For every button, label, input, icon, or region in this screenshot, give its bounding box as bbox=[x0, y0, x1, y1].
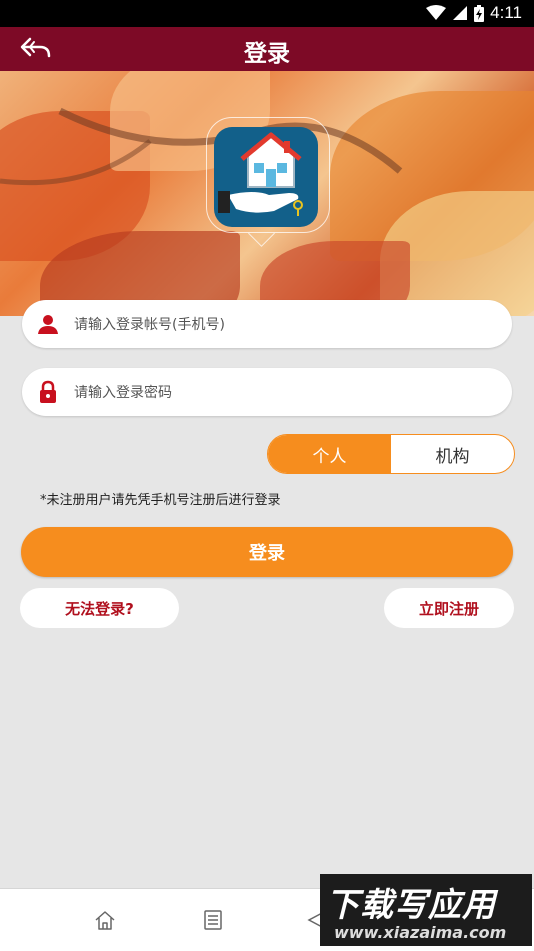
status-icons: 4:11 bbox=[426, 3, 522, 23]
watermark: 下载写应用 www.xiazaima.com bbox=[320, 874, 532, 946]
house-in-hand-icon bbox=[218, 132, 303, 216]
register-notice: *未注册用户请先凭手机号注册后进行登录 bbox=[40, 493, 281, 508]
option-individual[interactable]: 个人 bbox=[268, 435, 391, 473]
account-field[interactable] bbox=[22, 300, 512, 348]
app-logo bbox=[214, 127, 318, 227]
cannot-login-button[interactable]: 无法登录? bbox=[20, 588, 179, 628]
login-button[interactable]: 登录 bbox=[21, 527, 513, 577]
password-input[interactable] bbox=[72, 376, 496, 410]
lock-icon bbox=[40, 380, 56, 403]
wifi-icon bbox=[426, 5, 447, 20]
watermark-url: www.xiazaima.com bbox=[334, 923, 507, 942]
password-field[interactable] bbox=[22, 368, 512, 416]
battery-icon bbox=[474, 4, 485, 22]
title-bar: 登录 bbox=[0, 27, 534, 71]
signal-icon bbox=[453, 6, 468, 20]
register-button[interactable]: 立即注册 bbox=[384, 588, 514, 628]
user-icon bbox=[38, 315, 58, 334]
home-icon[interactable] bbox=[94, 909, 116, 931]
watermark-title: 下载写应用 bbox=[326, 885, 496, 924]
option-organization[interactable]: 机构 bbox=[391, 435, 514, 473]
status-time: 4:11 bbox=[490, 3, 522, 22]
list-icon[interactable] bbox=[202, 909, 224, 931]
page-title: 登录 bbox=[244, 41, 290, 67]
user-type-toggle: 个人 机构 bbox=[267, 434, 515, 474]
account-input[interactable] bbox=[72, 308, 496, 342]
status-bar: 4:11 bbox=[0, 0, 534, 27]
